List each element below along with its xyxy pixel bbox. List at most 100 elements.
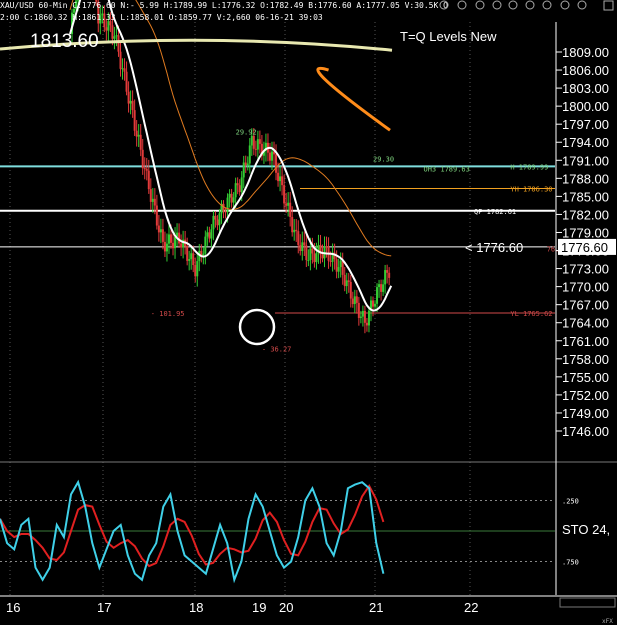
candle-body <box>151 198 154 202</box>
price-tick-label: 1791.00 <box>562 153 609 168</box>
candle-body <box>119 51 122 69</box>
candle-body <box>123 68 126 72</box>
candle-body <box>214 215 217 220</box>
time-tick-label: 21 <box>369 600 383 615</box>
time-axis: 16 17 18 19 20 21 22 <box>0 595 617 615</box>
candle-body <box>143 168 146 170</box>
candle-body <box>347 280 350 282</box>
level-annotation: H 1789.99 <box>510 163 548 171</box>
price-tick-label: 1800.00 <box>562 99 609 114</box>
candle-body <box>163 241 166 252</box>
candle-body <box>353 296 356 305</box>
time-tick-label: 22 <box>464 600 478 615</box>
candle-body <box>180 243 183 248</box>
level-annotation: YL 1765.62 <box>510 310 552 318</box>
price-tick-label: 1779.00 <box>562 225 609 240</box>
candle-body <box>305 245 308 261</box>
candle-body <box>275 154 278 173</box>
candle-body <box>236 183 239 186</box>
candle-body <box>285 203 288 206</box>
icon-7[interactable] <box>542 0 552 10</box>
candle-body <box>357 302 360 318</box>
highlight-circle <box>238 308 276 346</box>
candle-body <box>125 71 128 92</box>
scroll-controls <box>559 597 616 608</box>
candle-body <box>291 217 294 233</box>
time-tick-label: 19 <box>252 600 266 615</box>
candle-body <box>388 272 391 278</box>
candle-body <box>376 287 379 304</box>
candle-body <box>153 198 156 206</box>
candle-body <box>359 316 362 318</box>
orange-long-ma <box>316 66 391 132</box>
icon-3[interactable] <box>475 0 485 10</box>
candle-body <box>293 229 296 233</box>
price-tick-label: 1809.00 <box>562 45 609 60</box>
time-tick-label: 17 <box>97 600 111 615</box>
candle-body <box>172 242 175 249</box>
candle-body <box>230 193 233 203</box>
candle-body <box>192 253 195 266</box>
icon-4[interactable] <box>492 0 502 10</box>
candle-body <box>337 267 340 272</box>
sto-label: STO 24, <box>562 522 610 537</box>
candle-body <box>159 229 162 233</box>
candle-body <box>224 211 227 213</box>
icon-2[interactable] <box>457 0 467 10</box>
price-tick-label: 1788.00 <box>562 171 609 186</box>
candle-body <box>256 139 259 150</box>
sto-label-lower: .750 <box>562 559 579 567</box>
candle-body <box>174 236 177 249</box>
price-tick-label: 1806.00 <box>562 63 609 78</box>
toolbar-icons[interactable] <box>439 0 614 11</box>
candle-body <box>244 162 247 166</box>
candle-body <box>115 35 118 37</box>
candle-body <box>206 232 209 237</box>
price-tick-label: 1764.00 <box>562 316 609 331</box>
candle-body <box>107 21 110 31</box>
candle-body <box>196 261 199 277</box>
candle-body <box>117 35 120 52</box>
candle-body <box>307 260 310 262</box>
candle-body <box>208 232 211 239</box>
price-tick-label: 1761.00 <box>562 334 609 349</box>
candle-body <box>343 274 346 287</box>
icon-9[interactable] <box>577 0 587 10</box>
close-icon[interactable] <box>603 0 614 11</box>
candle-body <box>204 236 207 254</box>
price-chart[interactable]: 29.92 29.30 - 101.95 - 36.27 OH3 1789.63 H 17… <box>0 0 617 625</box>
candle-body <box>258 139 261 144</box>
price-tick-label: 1794.00 <box>562 135 609 150</box>
price-tick-label: 1773.00 <box>562 262 609 277</box>
candle-body <box>250 135 253 146</box>
candle-body <box>268 152 271 161</box>
candle-body <box>246 163 249 166</box>
candle-body <box>287 202 290 206</box>
level-annotation: OH3 1789.63 <box>424 166 470 174</box>
candle-body <box>135 130 138 137</box>
candle-body <box>367 310 370 326</box>
candle-body <box>141 149 144 169</box>
price-tick-label: 1746.00 <box>562 424 609 439</box>
candle-body <box>321 254 324 259</box>
price-tick-label: 1785.00 <box>562 189 609 204</box>
candle-body <box>380 284 383 292</box>
candle-body <box>210 229 213 239</box>
candle-body <box>167 234 170 244</box>
candle-body <box>281 176 284 186</box>
candle-body <box>232 197 235 203</box>
candle-body <box>234 183 237 198</box>
icon-5[interactable] <box>508 0 518 10</box>
header-line-1: XAU/USD 60-Min C:1776.60 N:- 5.99 H:1789… <box>0 1 448 10</box>
candle-body <box>363 310 366 323</box>
stochastic-panel: .250 .750 <box>0 462 579 595</box>
candle-body <box>113 36 116 39</box>
icon-6[interactable] <box>525 0 535 10</box>
price-tick-label: 1770.00 <box>562 280 609 295</box>
level-annotation: QP 1782.61 <box>474 208 516 216</box>
candle-body <box>218 213 221 226</box>
icon-8[interactable] <box>560 0 570 10</box>
sto-label-upper: .250 <box>562 498 579 506</box>
candle-body <box>297 231 300 245</box>
candle-body <box>188 259 191 261</box>
